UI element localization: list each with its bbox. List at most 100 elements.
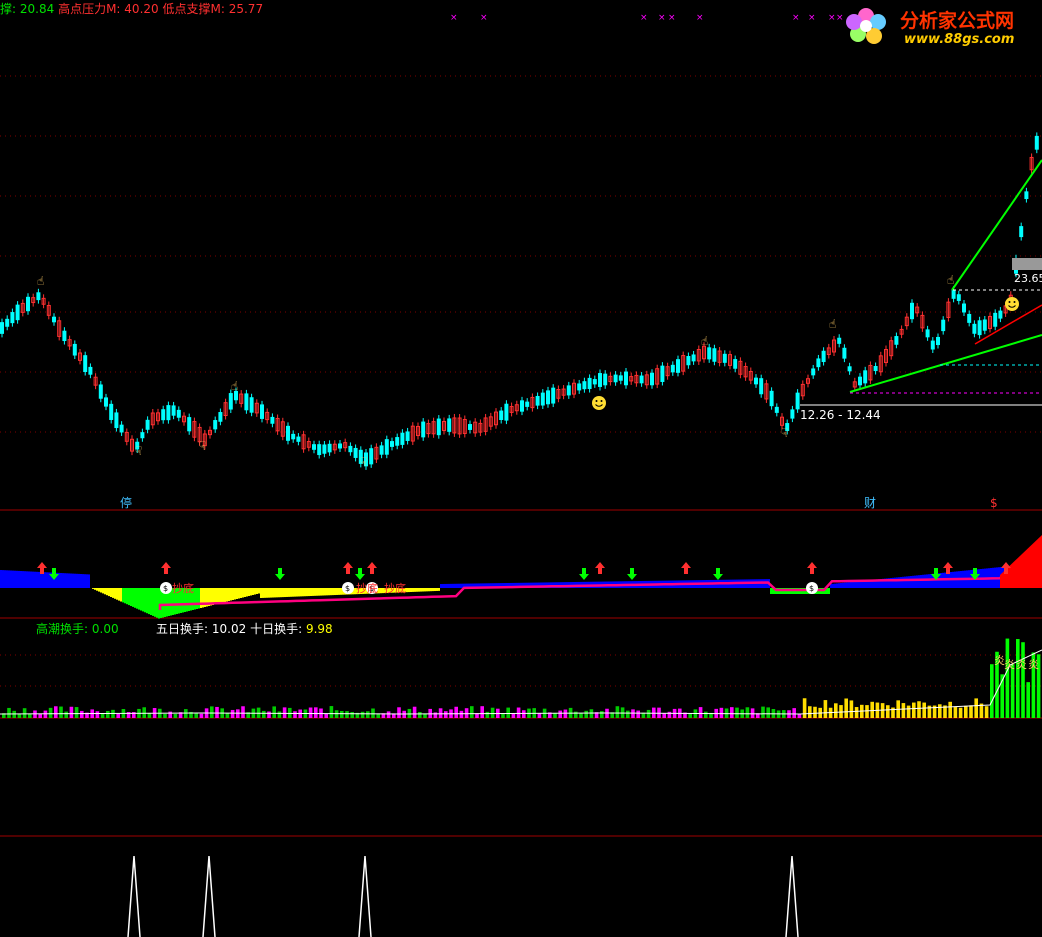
ribbon-bar (306, 588, 308, 597)
turnover-bar (745, 707, 750, 718)
ribbon-bar (300, 588, 302, 597)
ribbon-bar (378, 588, 380, 594)
candle-body (660, 365, 665, 382)
ribbon-bar (260, 588, 262, 598)
ribbon-bar (436, 588, 438, 591)
ribbon-bar (406, 588, 408, 593)
turnover-bar (615, 706, 620, 718)
ribbon-bar (290, 588, 292, 597)
turnover-bar (272, 706, 276, 718)
ribbon-bar (82, 574, 84, 588)
turnover-bar (308, 707, 313, 718)
smiley-eye (595, 400, 598, 402)
ribbon-bar (118, 588, 120, 601)
ribbon-bar (420, 588, 422, 592)
candle-body (551, 387, 556, 404)
bottom-hand-icon: ☟ (360, 455, 367, 469)
candle-body (213, 420, 218, 430)
turnover-bar (958, 707, 963, 718)
ribbon-bar (298, 588, 300, 597)
turnover-bar (969, 705, 973, 718)
ribbon-bar (904, 576, 906, 588)
ribbon-bar (220, 588, 222, 603)
ribbon-bar (144, 588, 146, 613)
up-arrow-icon (367, 562, 377, 574)
turnover-bar (412, 706, 417, 718)
candle-body (228, 393, 233, 410)
down-arrow-icon (627, 568, 637, 580)
turnover-bar (579, 713, 583, 718)
candle-body (993, 312, 998, 327)
candle-body (140, 432, 145, 439)
candle-body (967, 313, 972, 323)
turnover-bar (844, 698, 848, 718)
ribbon-bar (770, 588, 772, 594)
ribbon-bar (108, 588, 110, 597)
turnover-bar (990, 664, 994, 718)
turnover-bar (106, 710, 110, 718)
turnover-bar (69, 706, 74, 718)
ribbon-bar (286, 588, 288, 597)
candle-body (650, 372, 654, 386)
ribbon-bar (858, 581, 860, 588)
signal-spike (785, 855, 799, 937)
candle-body (774, 406, 779, 413)
turnover-bar (22, 708, 27, 718)
ribbon-bar (856, 581, 858, 588)
candle-body (499, 410, 504, 420)
candle-body (520, 400, 524, 412)
ribbon-bar (224, 588, 226, 602)
turnover-bar (1005, 638, 1010, 718)
candle-body (249, 397, 254, 413)
ribbon-bar (22, 571, 24, 588)
ribbon-bar (98, 588, 100, 592)
turnover-bar (974, 698, 978, 718)
ten-day-value: 9.98 (305, 622, 333, 636)
ribbon-bar (294, 588, 296, 597)
turnover-bar (17, 713, 22, 718)
x-marker: × (792, 13, 800, 23)
turnover-bar (293, 711, 297, 718)
ribbon-bar (4, 570, 6, 588)
ribbon-bar (122, 588, 124, 603)
smiley-icon (592, 396, 606, 410)
turnover-bar (870, 701, 874, 718)
turnover-bar (386, 711, 391, 718)
smiley-eye (600, 400, 603, 402)
ribbon-bar (196, 588, 198, 609)
ribbon-bar (852, 581, 854, 588)
ribbon-bar (64, 573, 66, 588)
candle-body (296, 436, 301, 442)
ribbon-bar (140, 588, 142, 611)
ribbon-bar (142, 588, 144, 612)
turnover-bar (194, 713, 198, 718)
candle-body (348, 445, 353, 453)
ribbon-bar (254, 588, 256, 595)
turnover-bar (459, 710, 464, 718)
turnover-bar (230, 709, 235, 718)
smiley-eye (1008, 301, 1011, 303)
candle-body (821, 350, 826, 363)
label-chaodi-1: 抄底 (172, 582, 194, 595)
candle-body (582, 381, 587, 390)
ribbon-bar (6, 570, 8, 588)
ribbon-bar (432, 588, 434, 592)
ribbon-bar (100, 588, 102, 593)
ribbon-bar (106, 588, 108, 596)
candle-body (421, 421, 426, 438)
turnover-bar (262, 710, 266, 718)
candle-body (962, 303, 966, 313)
ribbon-bar (304, 588, 306, 597)
ribbon-bar (12, 570, 14, 588)
ribbon-bar (194, 588, 196, 610)
candle-body (722, 353, 727, 363)
candle-body (1024, 191, 1029, 200)
ribbon-bar (110, 588, 112, 597)
ribbon-bar (250, 588, 252, 596)
money-bag-glyph: $ (345, 584, 350, 593)
turnover-bar (454, 706, 458, 718)
chart-canvas[interactable]: × × × × × × × × × ×☝☝☝☝☝☟ ☟☟☟$ $ $ $炎炎炎炎 (0, 0, 1042, 937)
ribbon-bar (828, 588, 830, 594)
candle-body (109, 403, 114, 420)
candle-body (707, 347, 712, 360)
